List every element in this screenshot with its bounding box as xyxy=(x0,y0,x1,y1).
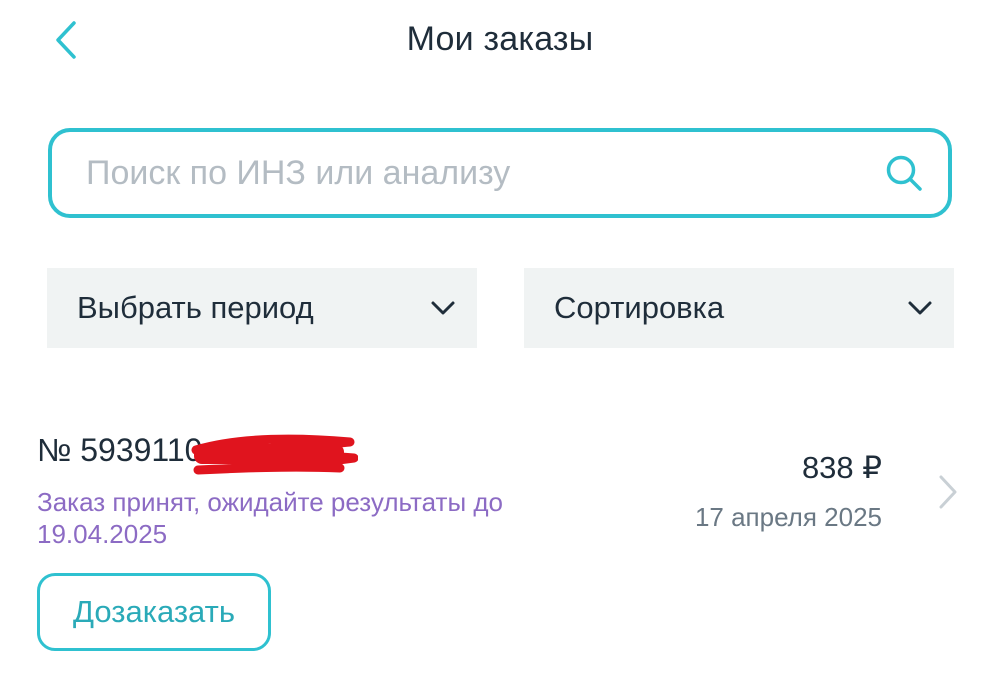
sort-dropdown-label: Сортировка xyxy=(554,290,725,325)
chevron-right-icon[interactable] xyxy=(932,472,964,512)
order-status: Заказ принят, ожидайте результаты до 19.… xyxy=(37,487,503,549)
order-price: 838 ₽ xyxy=(801,450,882,485)
page-title: Мои заказы xyxy=(406,20,594,58)
period-dropdown[interactable]: Выбрать период xyxy=(47,268,477,348)
order-date: 17 апреля 2025 xyxy=(694,502,882,532)
sort-dropdown[interactable]: Сортировка xyxy=(524,268,954,348)
order-card[interactable]: № 5939110 Заказ принят, ожидайте результ… xyxy=(0,420,1000,670)
order-number: № 5939110 xyxy=(37,432,203,468)
redaction-scribble xyxy=(191,434,358,475)
search-icon[interactable] xyxy=(882,151,926,195)
search-input[interactable] xyxy=(86,153,882,193)
reorder-button[interactable]: Дозаказать xyxy=(37,573,271,651)
chevron-down-icon xyxy=(429,294,457,322)
search-box[interactable] xyxy=(48,128,952,218)
period-dropdown-label: Выбрать период xyxy=(77,290,314,325)
orders-screen: Мои заказы Выбрать период Сортировка № 5… xyxy=(0,0,1000,684)
chevron-down-icon xyxy=(906,294,934,322)
